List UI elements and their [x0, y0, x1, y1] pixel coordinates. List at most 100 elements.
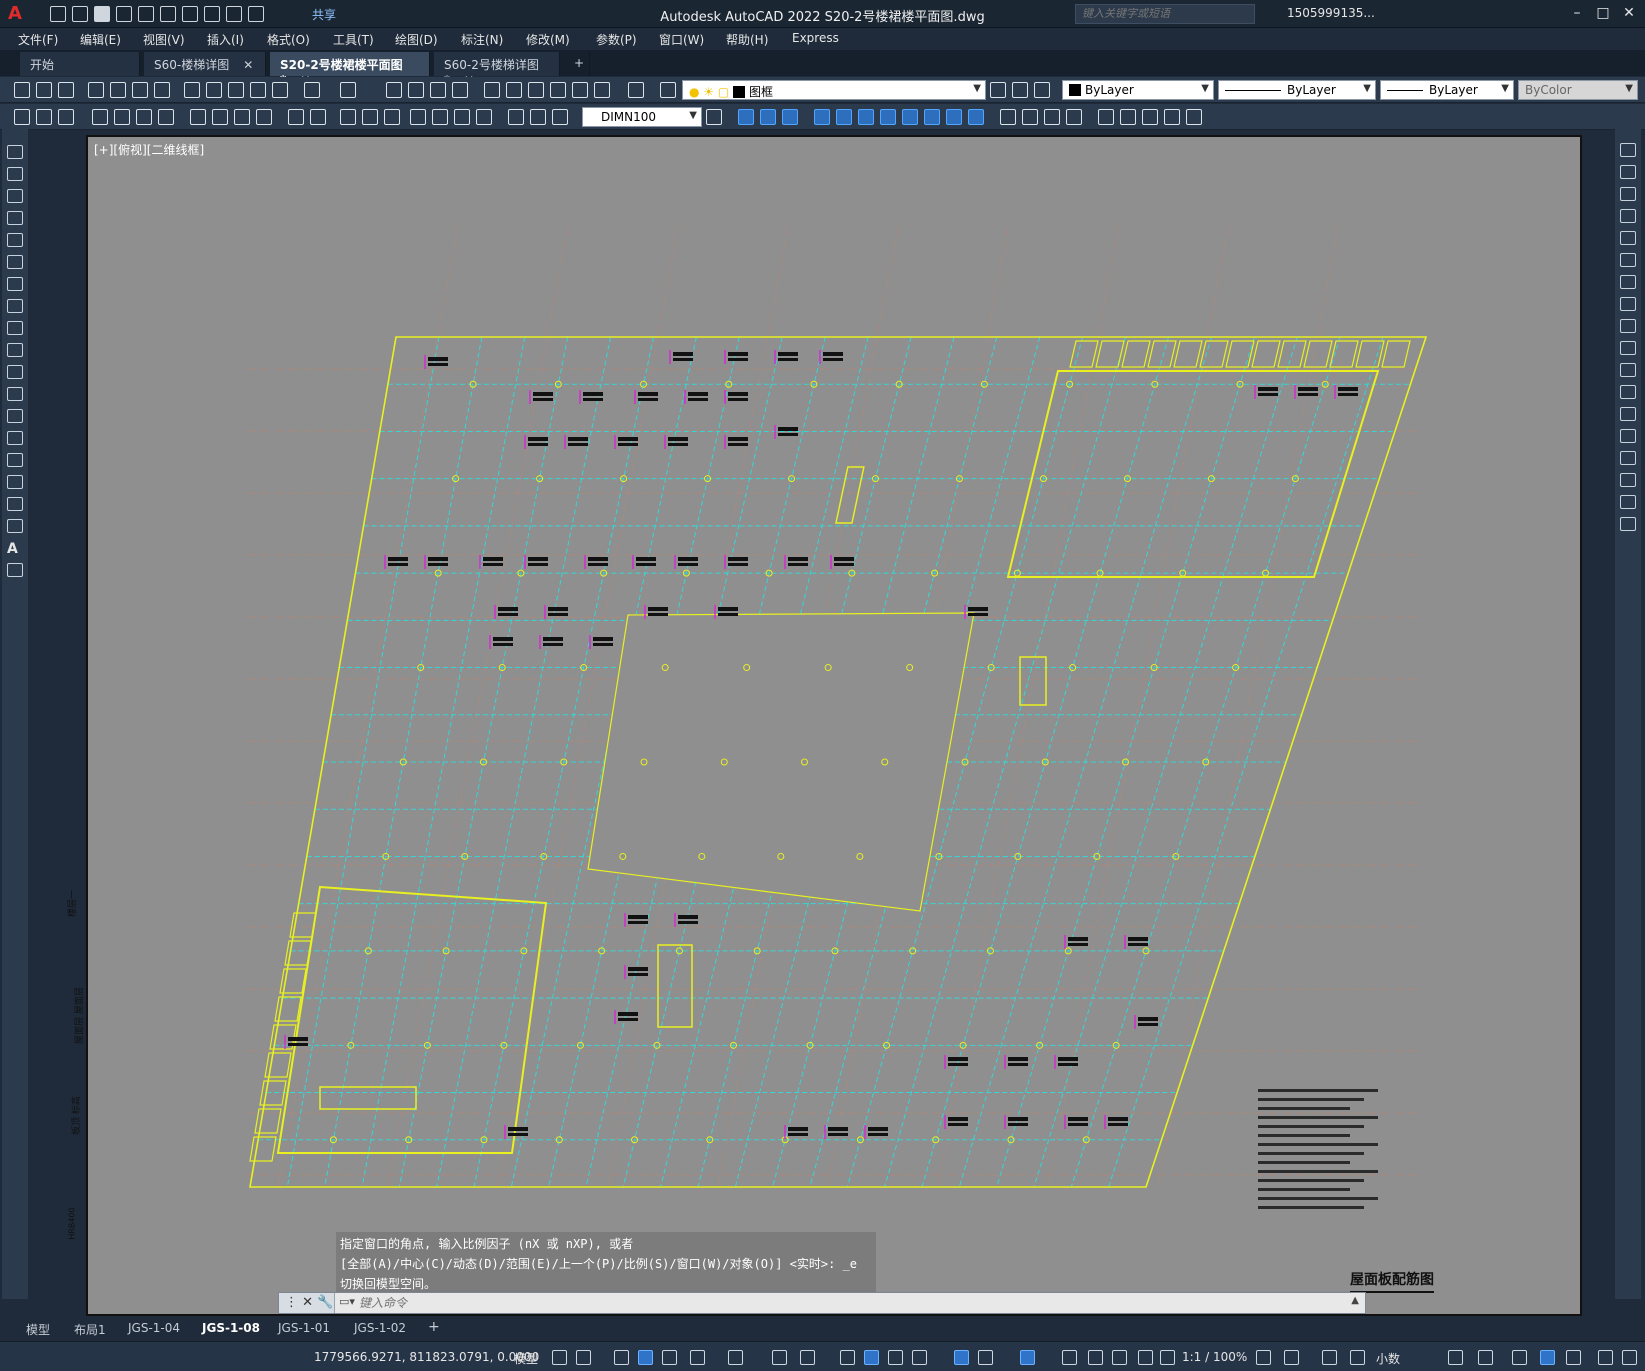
- polyline-icon[interactable]: [7, 189, 23, 203]
- modify-tool-2-icon[interactable]: [760, 109, 776, 125]
- markup-icon[interactable]: [572, 82, 588, 98]
- object-snap-icon[interactable]: [800, 1350, 815, 1365]
- scale-icon[interactable]: [1620, 297, 1636, 311]
- command-history-toggle-icon[interactable]: ▲: [1351, 1295, 1359, 1306]
- menu-modify[interactable]: 修改(M): [526, 31, 570, 48]
- blend-curves-icon[interactable]: [1620, 495, 1636, 509]
- dim-edit-icon[interactable]: [508, 109, 524, 125]
- annotation-scale-readout[interactable]: 1:1 / 100%: [1182, 1350, 1247, 1364]
- snap-icon[interactable]: [576, 1350, 591, 1365]
- jogged-linear-icon[interactable]: [476, 109, 492, 125]
- layout-tab-jgs-1-01[interactable]: JGS-1-01: [278, 1321, 330, 1335]
- new-file-icon[interactable]: [50, 6, 66, 22]
- table-icon[interactable]: [7, 519, 23, 533]
- match-properties-icon[interactable]: [250, 82, 266, 98]
- transparency-icon[interactable]: [864, 1350, 879, 1365]
- polar-tracking-icon[interactable]: [690, 1350, 705, 1365]
- modify-tool-17-icon[interactable]: [1120, 109, 1136, 125]
- new-tab-button[interactable]: +: [564, 52, 590, 76]
- modify-tool-19-icon[interactable]: [1164, 109, 1180, 125]
- layout-tab-jgs-1-04[interactable]: JGS-1-04: [128, 1321, 180, 1335]
- gradient-icon[interactable]: [7, 475, 23, 489]
- autocad-logo[interactable]: A: [8, 4, 28, 24]
- baseline-dim-icon[interactable]: [310, 109, 326, 125]
- inspect-icon[interactable]: [454, 109, 470, 125]
- menu-tools[interactable]: 工具(T): [333, 31, 374, 48]
- lineweight-dropdown[interactable]: ByLayer ▼: [1380, 80, 1514, 100]
- fillet-icon[interactable]: [1620, 473, 1636, 487]
- undo-icon[interactable]: [304, 82, 320, 98]
- publish-icon[interactable]: [132, 82, 148, 98]
- modify-tool-4-icon[interactable]: [814, 109, 830, 125]
- command-input[interactable]: [359, 1295, 1339, 1311]
- menu-help[interactable]: 帮助(H): [726, 31, 768, 48]
- rectangle-icon[interactable]: [7, 233, 23, 247]
- make-current-layer-icon[interactable]: [990, 82, 1006, 98]
- aligned-dim-icon[interactable]: [114, 109, 130, 125]
- line-icon[interactable]: [7, 145, 23, 159]
- color-dropdown[interactable]: ByLayer ▼: [1062, 80, 1214, 100]
- coordinate-readout[interactable]: 1779566.9271, 811823.0791, 0.0000: [314, 1350, 539, 1364]
- arc-icon[interactable]: [7, 255, 23, 269]
- save-as-icon[interactable]: [116, 6, 132, 22]
- hatch-icon[interactable]: [7, 453, 23, 467]
- selection-filter-icon[interactable]: [978, 1350, 993, 1365]
- add-layout-button[interactable]: +: [428, 1319, 440, 1335]
- ellipse-icon[interactable]: [7, 343, 23, 357]
- continue-dim-icon[interactable]: [340, 109, 356, 125]
- menu-window[interactable]: 窗口(W): [659, 31, 704, 48]
- quick-properties-icon[interactable]: [1448, 1350, 1463, 1365]
- modify-tool-8-icon[interactable]: [902, 109, 918, 125]
- circle-icon[interactable]: [7, 277, 23, 291]
- modify-tool-9-icon[interactable]: [924, 109, 940, 125]
- layer-tools-icon[interactable]: [58, 109, 74, 125]
- block-editor-icon[interactable]: [272, 82, 288, 98]
- modify-tool-10-icon[interactable]: [946, 109, 962, 125]
- linetype-dropdown[interactable]: ByLayer ▼: [1218, 80, 1376, 100]
- menu-express[interactable]: Express: [792, 31, 839, 45]
- close-button[interactable]: ✕: [1618, 4, 1640, 22]
- cut-icon[interactable]: [184, 82, 200, 98]
- linear-dim-icon[interactable]: [92, 109, 108, 125]
- tool-palettes-icon[interactable]: [528, 82, 544, 98]
- tab-s60-stair2[interactable]: S60-2号楼梯详图*✕: [434, 52, 560, 87]
- annotation-visibility-icon[interactable]: [1062, 1350, 1077, 1365]
- open-file-icon[interactable]: [72, 6, 88, 22]
- layout-tab-model[interactable]: 模型: [26, 1321, 50, 1338]
- isolate-icon[interactable]: [1566, 1350, 1581, 1365]
- make-block-icon[interactable]: [7, 409, 23, 423]
- paste-icon[interactable]: [228, 82, 244, 98]
- layer-properties-icon[interactable]: [660, 82, 676, 98]
- dimstyle-dropdown[interactable]: DIMN100 ▼: [582, 107, 702, 127]
- tab-s60-stair-detail[interactable]: S60-楼梯详图 ✕: [144, 52, 266, 76]
- save-icon[interactable]: [58, 82, 74, 98]
- construction-line-icon[interactable]: [7, 167, 23, 181]
- dynamic-input-icon[interactable]: [638, 1350, 653, 1365]
- modify-tool-20-icon[interactable]: [1186, 109, 1202, 125]
- infer-constraints-icon[interactable]: [614, 1350, 629, 1365]
- modify-tool-15-icon[interactable]: [1066, 109, 1082, 125]
- tolerance-icon[interactable]: [410, 109, 426, 125]
- layer-previous-icon[interactable]: [1012, 82, 1028, 98]
- spline-icon[interactable]: [7, 321, 23, 335]
- zoom-previous-icon[interactable]: [452, 82, 468, 98]
- viewport-controls[interactable]: [+][俯视][二维线框]: [94, 141, 204, 158]
- chamfer-icon[interactable]: [1620, 451, 1636, 465]
- isodraft-icon[interactable]: [728, 1350, 743, 1365]
- annotation-scale-icon[interactable]: [1112, 1350, 1127, 1365]
- layout-tab-jgs-1-08[interactable]: JGS-1-08: [202, 1321, 260, 1335]
- zoom-window-icon[interactable]: [430, 82, 446, 98]
- zoom-realtime-icon[interactable]: [408, 82, 424, 98]
- model-viewport[interactable]: [+][俯视][二维线框] 楼层一 屋面层 屋面层 板顶 标高 HRB400 屋…: [68, 135, 1582, 1316]
- quick-select-icon[interactable]: [36, 109, 52, 125]
- extend-icon[interactable]: [1620, 363, 1636, 377]
- plotstyle-dropdown[interactable]: ByColor ▼: [1518, 80, 1638, 100]
- ortho-icon[interactable]: [662, 1350, 677, 1365]
- properties-icon[interactable]: [484, 82, 500, 98]
- array-icon[interactable]: [1620, 231, 1636, 245]
- add-selected-icon[interactable]: [7, 563, 23, 577]
- plus-icon[interactable]: [1322, 1350, 1337, 1365]
- multiline-text-icon[interactable]: A: [7, 541, 23, 557]
- modify-tool-16-icon[interactable]: [1098, 109, 1114, 125]
- angular-dim-icon[interactable]: [256, 109, 272, 125]
